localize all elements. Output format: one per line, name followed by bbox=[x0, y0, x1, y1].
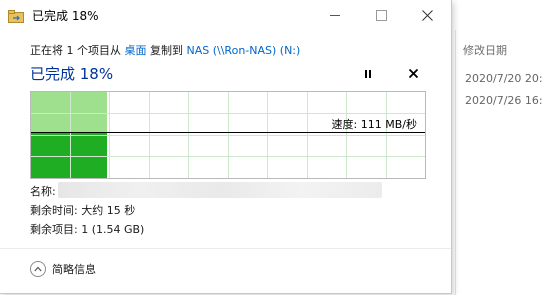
file-name-label: 名称: bbox=[30, 185, 56, 198]
source-link[interactable]: 桌面 bbox=[125, 44, 147, 57]
grid-line bbox=[31, 135, 425, 136]
maximize-icon bbox=[375, 9, 387, 21]
progress-heading: 已完成 18% bbox=[30, 65, 114, 83]
progress-fill-upper bbox=[31, 92, 107, 132]
title-bar[interactable]: 已完成 18% bbox=[0, 0, 451, 30]
grid-line bbox=[31, 113, 425, 114]
close-icon bbox=[421, 9, 433, 21]
footer-divider bbox=[0, 248, 451, 249]
file-name-value-redacted bbox=[58, 182, 382, 198]
pause-icon bbox=[369, 70, 371, 78]
destination-link[interactable]: NAS (\\Ron-NAS) (N:) bbox=[187, 44, 301, 57]
copy-icon bbox=[8, 8, 24, 23]
progress-fill-lower bbox=[31, 132, 107, 178]
close-icon bbox=[408, 68, 418, 78]
grid-line bbox=[31, 156, 425, 157]
chevron-up-icon bbox=[30, 261, 46, 277]
fewer-details-button[interactable]: 简略信息 bbox=[30, 261, 96, 277]
column-divider bbox=[455, 30, 456, 295]
speed-line bbox=[31, 132, 425, 133]
modified-date-cell[interactable]: 2020/7/20 20: bbox=[465, 72, 543, 85]
pause-icon bbox=[365, 70, 367, 78]
copy-middle-text: 复制到 bbox=[146, 44, 187, 57]
items-remaining: 剩余项目: 1 (1.54 GB) bbox=[30, 223, 145, 236]
copy-description: 正在将 1 个项目从 桌面 复制到 NAS (\\Ron-NAS) (N:) bbox=[30, 42, 300, 58]
close-button[interactable] bbox=[404, 0, 450, 30]
speed-label: 速度: 111 MB/秒 bbox=[331, 118, 417, 131]
stop-button[interactable] bbox=[405, 64, 421, 82]
window-title: 已完成 18% bbox=[32, 9, 99, 23]
maximize-button[interactable] bbox=[358, 0, 404, 30]
pause-button[interactable] bbox=[360, 66, 376, 82]
modified-date-cell[interactable]: 2020/7/26 16: bbox=[465, 94, 543, 107]
transfer-speed-graph: 速度: 111 MB/秒 bbox=[30, 91, 426, 179]
time-remaining: 剩余时间: 大约 15 秒 bbox=[30, 204, 136, 217]
fewer-details-label: 简略信息 bbox=[52, 263, 96, 276]
minimize-button[interactable] bbox=[312, 0, 358, 30]
minimize-icon bbox=[330, 14, 340, 16]
copy-progress-dialog: 已完成 18% 正在将 1 个项目从 桌面 复制到 NAS (\\Ron-NAS… bbox=[0, 0, 452, 294]
modified-date-column-header[interactable]: 修改日期 bbox=[463, 42, 507, 58]
copy-prefix-text: 正在将 1 个项目从 bbox=[30, 44, 125, 57]
